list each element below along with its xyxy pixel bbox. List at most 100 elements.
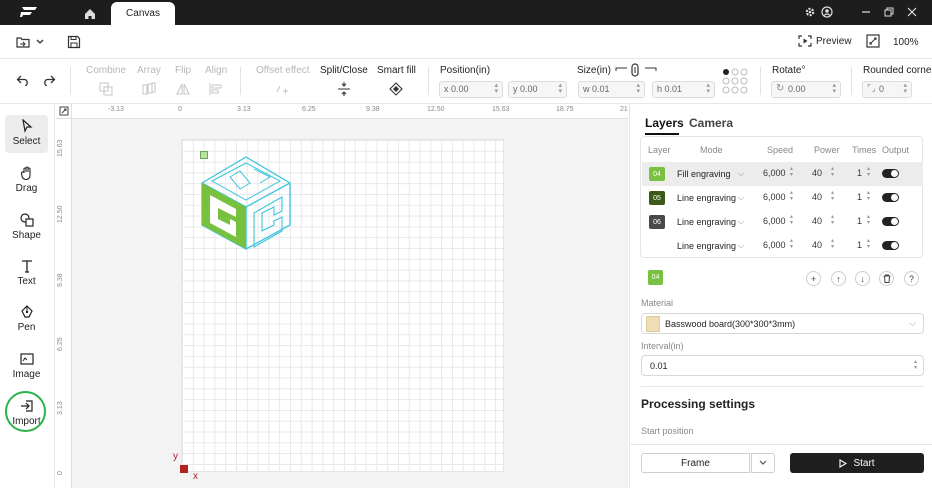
open-file-button[interactable] [16,36,44,48]
lock-aspect-toggle[interactable] [615,63,657,77]
stepper-icon[interactable]: ▴ ▾ [831,238,834,250]
chevron-down-icon[interactable]: ⌵ [738,217,744,227]
layer-swatch[interactable]: 06 [649,215,665,229]
fit-zoom-button[interactable] [866,34,880,48]
height-input[interactable]: h 0.01 ▴ ▾ [652,81,715,98]
text-tool[interactable]: Text [5,255,48,293]
offset-effect-button[interactable]: Offset effect [256,65,310,96]
stepper-icon[interactable]: ▴ ▾ [790,214,793,226]
move-layer-up-button[interactable]: ↑ [831,271,846,286]
stepper-icon[interactable]: ▴ ▾ [832,82,836,95]
layer-mode[interactable]: Line engraving [677,193,736,203]
pen-tool[interactable]: Pen [5,301,48,339]
stepper-icon[interactable]: ▴ ▾ [831,166,834,178]
rotate-input[interactable]: ↻ 0.00 ▴ ▾ [771,81,841,98]
zoom-level[interactable]: 100% [893,37,919,48]
redo-button[interactable] [42,74,56,86]
layer-times[interactable]: 1 [857,168,862,178]
layer-times[interactable]: 1 [857,216,862,226]
stepper-icon[interactable]: ▴ ▾ [706,82,710,95]
stepper-icon[interactable]: ▴ ▾ [636,82,640,95]
align-button[interactable]: Align [205,65,227,96]
x-position-input[interactable]: x 0.00 ▴ ▾ [439,81,503,98]
home-tab[interactable] [68,2,111,25]
layer-times[interactable]: 1 [857,240,862,250]
layer-power[interactable]: 40 [812,168,822,178]
frame-button[interactable]: Frame [641,453,750,473]
ruler-corner[interactable] [56,104,72,119]
logo-artwork[interactable] [200,155,292,251]
minimize-icon[interactable] [859,5,873,19]
layer-speed[interactable]: 6,000 [763,240,786,250]
stepper-icon[interactable]: ▴ ▾ [867,190,870,202]
tab-canvas[interactable]: Canvas [111,2,175,25]
stepper-icon[interactable]: ▴ ▾ [831,190,834,202]
output-toggle[interactable] [882,193,899,202]
output-toggle[interactable] [882,241,899,250]
layer-swatch[interactable]: 05 [649,191,665,205]
chevron-down-icon[interactable]: ⌵ [738,169,744,179]
array-button[interactable]: Array [137,65,161,96]
layer-row[interactable]: 05 Line engraving ⌵ 6,000 ▴ ▾ 40 ▴ ▾ 1 ▴ ▾ [642,186,923,210]
stepper-icon[interactable]: ▴ ▾ [867,166,870,178]
layer-speed[interactable]: 6,000 [763,168,786,178]
split-close-button[interactable]: Split/Close [320,65,368,96]
layer-mode[interactable]: Line engraving [677,241,736,251]
interval-input[interactable]: 0.01 ▴ ▾ [641,355,924,376]
image-tool[interactable]: Image [5,348,48,386]
current-layer-swatch[interactable]: 04 [648,270,663,285]
width-input[interactable]: w 0.01 ▴ ▾ [578,81,645,98]
settings-gear-icon[interactable] [803,5,817,19]
drag-tool[interactable]: Drag [5,162,48,200]
layer-mode[interactable]: Line engraving [677,217,736,227]
delete-layer-button[interactable] [879,271,894,286]
layer-times[interactable]: 1 [857,192,862,202]
stepper-icon[interactable]: ▴ ▾ [790,166,793,178]
save-button[interactable] [67,35,81,49]
layer-power[interactable]: 40 [812,216,822,226]
chevron-down-icon[interactable]: ⌵ [738,193,744,203]
undo-button[interactable] [16,74,30,86]
account-icon[interactable] [820,5,834,19]
stepper-icon[interactable]: ▴ ▾ [558,82,562,95]
stepper-icon[interactable]: ▴ ▾ [790,190,793,202]
layer-power[interactable]: 40 [812,192,822,202]
move-layer-down-button[interactable]: ↓ [855,271,870,286]
stepper-icon[interactable]: ▴ ▾ [914,359,917,371]
layer-speed[interactable]: 6,000 [763,216,786,226]
stepper-icon[interactable]: ▴ ▾ [494,82,498,95]
rounded-corners-input[interactable]: ⌜⌟ 0 ▴ ▾ [862,81,912,98]
layer-row[interactable]: 04 Fill engraving ⌵ 6,000 ▴ ▾ 40 ▴ ▾ 1 ▴ ▾ [642,162,923,186]
layer-row[interactable]: 06 Line engraving ⌵ 6,000 ▴ ▾ 40 ▴ ▾ 1 ▴ ▾ [642,210,923,234]
start-button[interactable]: Start [790,453,924,473]
layer-swatch[interactable]: 04 [649,167,665,181]
smart-fill-button[interactable]: Smart fill [377,65,416,96]
close-icon[interactable] [905,5,919,19]
layer-mode[interactable]: Fill engraving [677,169,731,179]
flip-button[interactable]: Flip [175,65,191,96]
stepper-icon[interactable]: ▴ ▾ [790,238,793,250]
layer-row[interactable]: Line engraving ⌵ 6,000 ▴ ▾ 40 ▴ ▾ 1 ▴ ▾ [642,234,923,258]
stepper-icon[interactable]: ▴ ▾ [867,238,870,250]
y-position-input[interactable]: y 0.00 ▴ ▾ [508,81,567,98]
add-layer-button[interactable]: + [806,271,821,286]
preview-button[interactable]: Preview [798,35,852,47]
material-select[interactable]: Basswood board(300*300*3mm) ⌵ [641,313,924,334]
chevron-down-icon[interactable]: ⌵ [738,241,744,251]
anchor-point-selector[interactable] [722,68,748,94]
frame-options-button[interactable] [751,453,775,473]
tab-camera[interactable]: Camera [689,116,733,130]
stepper-icon[interactable]: ▴ ▾ [903,82,907,95]
select-tool[interactable]: Select [5,115,48,153]
output-toggle[interactable] [882,217,899,226]
layer-power[interactable]: 40 [812,240,822,250]
combine-button[interactable]: Combine [86,65,126,96]
stepper-icon[interactable]: ▴ ▾ [867,214,870,226]
stepper-icon[interactable]: ▴ ▾ [831,214,834,226]
shape-tool[interactable]: Shape [5,209,48,247]
restore-icon[interactable] [882,5,896,19]
layer-speed[interactable]: 6,000 [763,192,786,202]
output-toggle[interactable] [882,169,899,178]
help-button[interactable]: ? [904,271,919,286]
tab-layers[interactable]: Layers [645,116,684,130]
